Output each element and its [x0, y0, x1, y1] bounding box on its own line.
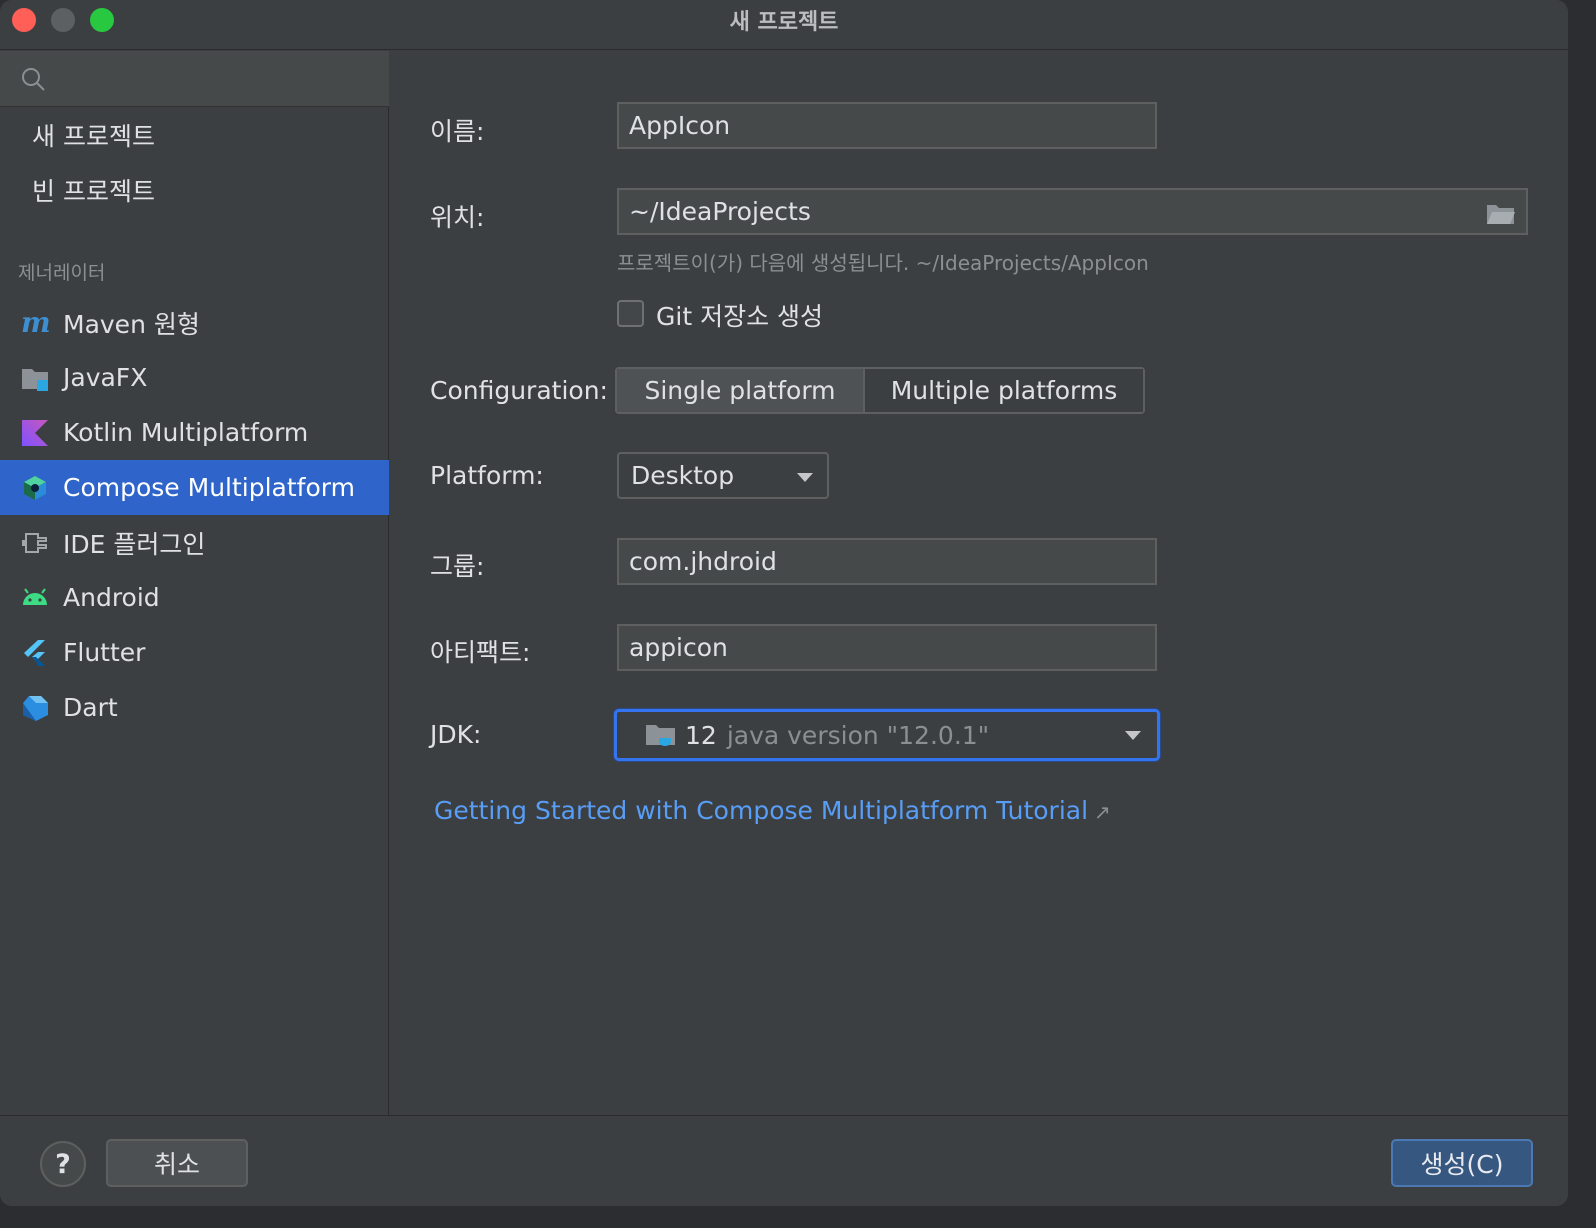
- sidebar-item-compose-multiplatform[interactable]: Compose Multiplatform: [0, 460, 389, 515]
- dialog-footer: ? 취소 생성(C): [0, 1115, 1568, 1206]
- sidebar-item-maven[interactable]: m Maven 원형: [0, 295, 389, 350]
- platform-label: Platform:: [430, 461, 544, 490]
- sidebar-item-ide-plugin[interactable]: IDE 플러그인: [0, 515, 389, 570]
- android-icon: [23, 588, 47, 605]
- location-label: 위치:: [430, 203, 485, 232]
- sidebar-item-label: Flutter: [63, 638, 146, 667]
- single-platform-option[interactable]: Single platform: [617, 369, 865, 412]
- artifact-value: appicon: [629, 633, 728, 662]
- location-value: ~/IdeaProjects: [629, 197, 811, 226]
- kotlin-icon: [22, 420, 48, 446]
- maven-icon: m: [21, 308, 50, 338]
- tutorial-link-text: Getting Started with Compose Multiplatfo…: [434, 796, 1089, 825]
- folder-browse-icon[interactable]: [1486, 202, 1516, 226]
- group-value: com.jhdroid: [629, 547, 777, 576]
- sidebar-item-label: IDE 플러그인: [63, 529, 206, 559]
- git-checkbox[interactable]: [617, 300, 644, 327]
- javafx-icon: [22, 369, 48, 391]
- external-link-icon: ↗: [1094, 800, 1111, 824]
- generators-section-label: 제너레이터: [18, 262, 106, 284]
- chevron-down-icon: [1125, 731, 1141, 740]
- sidebar-item-kotlin-multiplatform[interactable]: Kotlin Multiplatform: [0, 405, 389, 460]
- jdk-description: java version "12.0.1": [726, 720, 990, 750]
- create-button[interactable]: 생성(C): [1391, 1139, 1533, 1187]
- help-button[interactable]: ?: [40, 1141, 86, 1187]
- svg-text:m: m: [21, 308, 50, 338]
- search-input[interactable]: [0, 51, 389, 107]
- search-icon: [22, 68, 45, 91]
- sidebar-item-new-project[interactable]: 새 프로젝트: [0, 107, 389, 162]
- name-field[interactable]: AppIcon: [617, 102, 1157, 149]
- chevron-down-icon: [797, 473, 813, 482]
- sidebar: 새 프로젝트 빈 프로젝트 제너레이터 m Maven 원형 JavaFX Ko…: [0, 51, 389, 1115]
- jdk-label: JDK:: [430, 720, 482, 749]
- jdk-version: 12: [685, 720, 717, 750]
- sidebar-item-android[interactable]: Android: [0, 570, 389, 625]
- sidebar-item-label: Kotlin Multiplatform: [63, 418, 309, 447]
- artifact-field[interactable]: appicon: [617, 624, 1157, 671]
- tutorial-link[interactable]: Getting Started with Compose Multiplatfo…: [434, 796, 1111, 825]
- plugin-icon: [22, 533, 47, 553]
- window-title: 새 프로젝트: [729, 10, 839, 35]
- group-label: 그룹:: [430, 552, 485, 581]
- sidebar-item-label: JavaFX: [63, 363, 148, 392]
- sidebar-item-label: 빈 프로젝트: [32, 176, 155, 206]
- group-field[interactable]: com.jhdroid: [617, 538, 1157, 585]
- jdk-folder-icon: [646, 725, 675, 746]
- jdk-dropdown[interactable]: 12 java version "12.0.1": [614, 709, 1160, 761]
- flutter-icon: [24, 640, 45, 666]
- platform-dropdown[interactable]: Desktop: [617, 452, 829, 499]
- sidebar-item-empty-project[interactable]: 빈 프로젝트: [0, 162, 389, 217]
- platform-value: Desktop: [631, 461, 735, 490]
- sidebar-item-label: Compose Multiplatform: [63, 473, 355, 502]
- configuration-segmented-control: Single platform Multiple platforms: [615, 367, 1145, 414]
- location-field[interactable]: ~/IdeaProjects: [617, 188, 1528, 235]
- sidebar-item-flutter[interactable]: Flutter: [0, 625, 389, 680]
- location-hint: 프로젝트이(가) 다음에 생성됩니다. ~/IdeaProjects/AppIc…: [617, 251, 1149, 275]
- git-checkbox-label: Git 저장소 생성: [656, 302, 824, 331]
- configuration-label: Configuration:: [430, 376, 608, 405]
- multiple-platforms-option[interactable]: Multiple platforms: [865, 369, 1143, 412]
- title-bar: 새 프로젝트: [0, 0, 1568, 50]
- sidebar-item-javafx[interactable]: JavaFX: [0, 350, 389, 405]
- sidebar-item-label: Android: [63, 583, 160, 612]
- cancel-button[interactable]: 취소: [106, 1139, 248, 1187]
- sidebar-item-label: Maven 원형: [63, 309, 200, 339]
- name-value: AppIcon: [629, 111, 731, 140]
- new-project-dialog: 새 프로젝트 새 프로젝트 빈 프로젝트 제너레이터 m Maven 원형 Ja…: [0, 0, 1568, 1206]
- sidebar-item-label: Dart: [63, 693, 118, 722]
- sidebar-item-label: 새 프로젝트: [32, 121, 155, 151]
- artifact-label: 아티팩트:: [430, 638, 531, 667]
- compose-icon: [24, 476, 46, 500]
- project-settings-form: 이름: AppIcon 위치: ~/IdeaProjects 프로젝트이(가) …: [390, 51, 1568, 1115]
- name-label: 이름:: [430, 117, 485, 146]
- dart-icon: [23, 696, 48, 721]
- sidebar-item-dart[interactable]: Dart: [0, 680, 389, 735]
